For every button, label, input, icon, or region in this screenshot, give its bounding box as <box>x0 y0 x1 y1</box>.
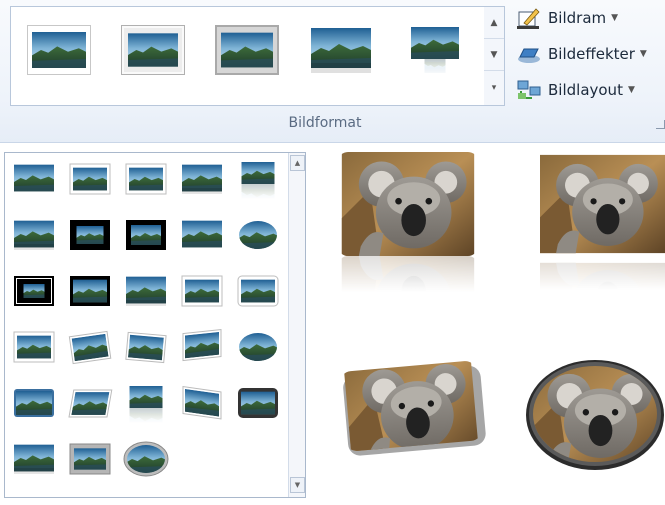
style-simple-frame-white[interactable] <box>27 25 91 75</box>
style-option-27[interactable] <box>67 439 113 479</box>
scroll-down-icon[interactable]: ▼ <box>484 39 504 71</box>
style-option-7[interactable] <box>67 215 113 255</box>
chevron-down-icon: ▼ <box>627 85 635 95</box>
style-option-20[interactable] <box>235 327 281 367</box>
style-option-15[interactable] <box>235 271 281 311</box>
style-option-5[interactable] <box>235 159 281 199</box>
style-option-11[interactable] <box>11 271 57 311</box>
style-option-2[interactable] <box>67 159 113 199</box>
style-option-22[interactable] <box>67 383 113 423</box>
style-option-16[interactable] <box>11 327 57 367</box>
chevron-down-icon: ▼ <box>639 49 647 59</box>
style-option-6[interactable] <box>11 215 57 255</box>
style-option-14[interactable] <box>179 271 225 311</box>
style-grid <box>11 159 287 491</box>
style-option-18[interactable] <box>123 327 169 367</box>
expand-gallery-icon[interactable]: ▾ <box>484 71 504 105</box>
picture-border-icon <box>516 7 542 29</box>
scroll-down-icon[interactable]: ▼ <box>290 477 305 493</box>
picture-layout-button[interactable]: Bildlayout ▼ <box>516 78 665 102</box>
style-option-4[interactable] <box>179 159 225 199</box>
picture-border-button[interactable]: Bildram ▼ <box>516 6 665 30</box>
style-option-23[interactable] <box>123 383 169 423</box>
preview-reflected-rounded-rectangle[interactable] <box>338 152 478 292</box>
style-metal-frame[interactable] <box>215 25 279 75</box>
picture-styles-dropdown: ▲ ▼ <box>4 152 306 498</box>
style-option-8[interactable] <box>123 215 169 255</box>
dialog-launcher-icon[interactable] <box>656 120 665 129</box>
style-option-10[interactable] <box>235 215 281 255</box>
preview-reflected-soft-edge[interactable] <box>540 150 665 290</box>
picture-styles-gallery <box>10 6 486 106</box>
style-option-24[interactable] <box>179 383 225 423</box>
picture-border-label: Bildram <box>548 9 607 27</box>
preview-oval-metal-frame[interactable] <box>526 358 665 473</box>
style-option-21[interactable] <box>11 383 57 423</box>
gallery-scrollbar: ▲ ▼ ▾ <box>484 6 505 106</box>
group-label: Bildformat <box>288 115 362 131</box>
dropdown-scrollbar: ▲ ▼ <box>288 153 305 497</box>
picture-effects-icon <box>516 43 542 65</box>
style-option-25[interactable] <box>235 383 281 423</box>
style-option-17[interactable] <box>67 327 113 367</box>
preview-rotated-rounded-shadow[interactable] <box>330 358 490 458</box>
style-option-9[interactable] <box>179 215 225 255</box>
chevron-down-icon: ▼ <box>611 13 619 23</box>
scroll-up-icon[interactable]: ▲ <box>290 155 305 171</box>
picture-layout-icon <box>516 79 542 101</box>
picture-layout-label: Bildlayout <box>548 81 623 99</box>
picture-effects-button[interactable]: Bildeffekter ▼ <box>516 42 665 66</box>
style-option-1[interactable] <box>11 159 57 199</box>
style-option-13[interactable] <box>123 271 169 311</box>
style-beveled-matte-white[interactable] <box>121 25 185 75</box>
style-option-12[interactable] <box>67 271 113 311</box>
style-option-19[interactable] <box>179 327 225 367</box>
style-option-3[interactable] <box>123 159 169 199</box>
style-option-26[interactable] <box>11 439 57 479</box>
style-option-28[interactable] <box>123 439 169 479</box>
scroll-up-icon[interactable]: ▲ <box>484 7 504 39</box>
ribbon-group-picture-styles: ▲ ▼ ▾ Bildram ▼ Bildeffekter ▼ Bildlayou… <box>0 0 665 143</box>
style-soft-edge[interactable] <box>309 25 373 75</box>
picture-effects-label: Bildeffekter <box>548 45 635 63</box>
style-reflected-rounded[interactable] <box>403 25 467 75</box>
